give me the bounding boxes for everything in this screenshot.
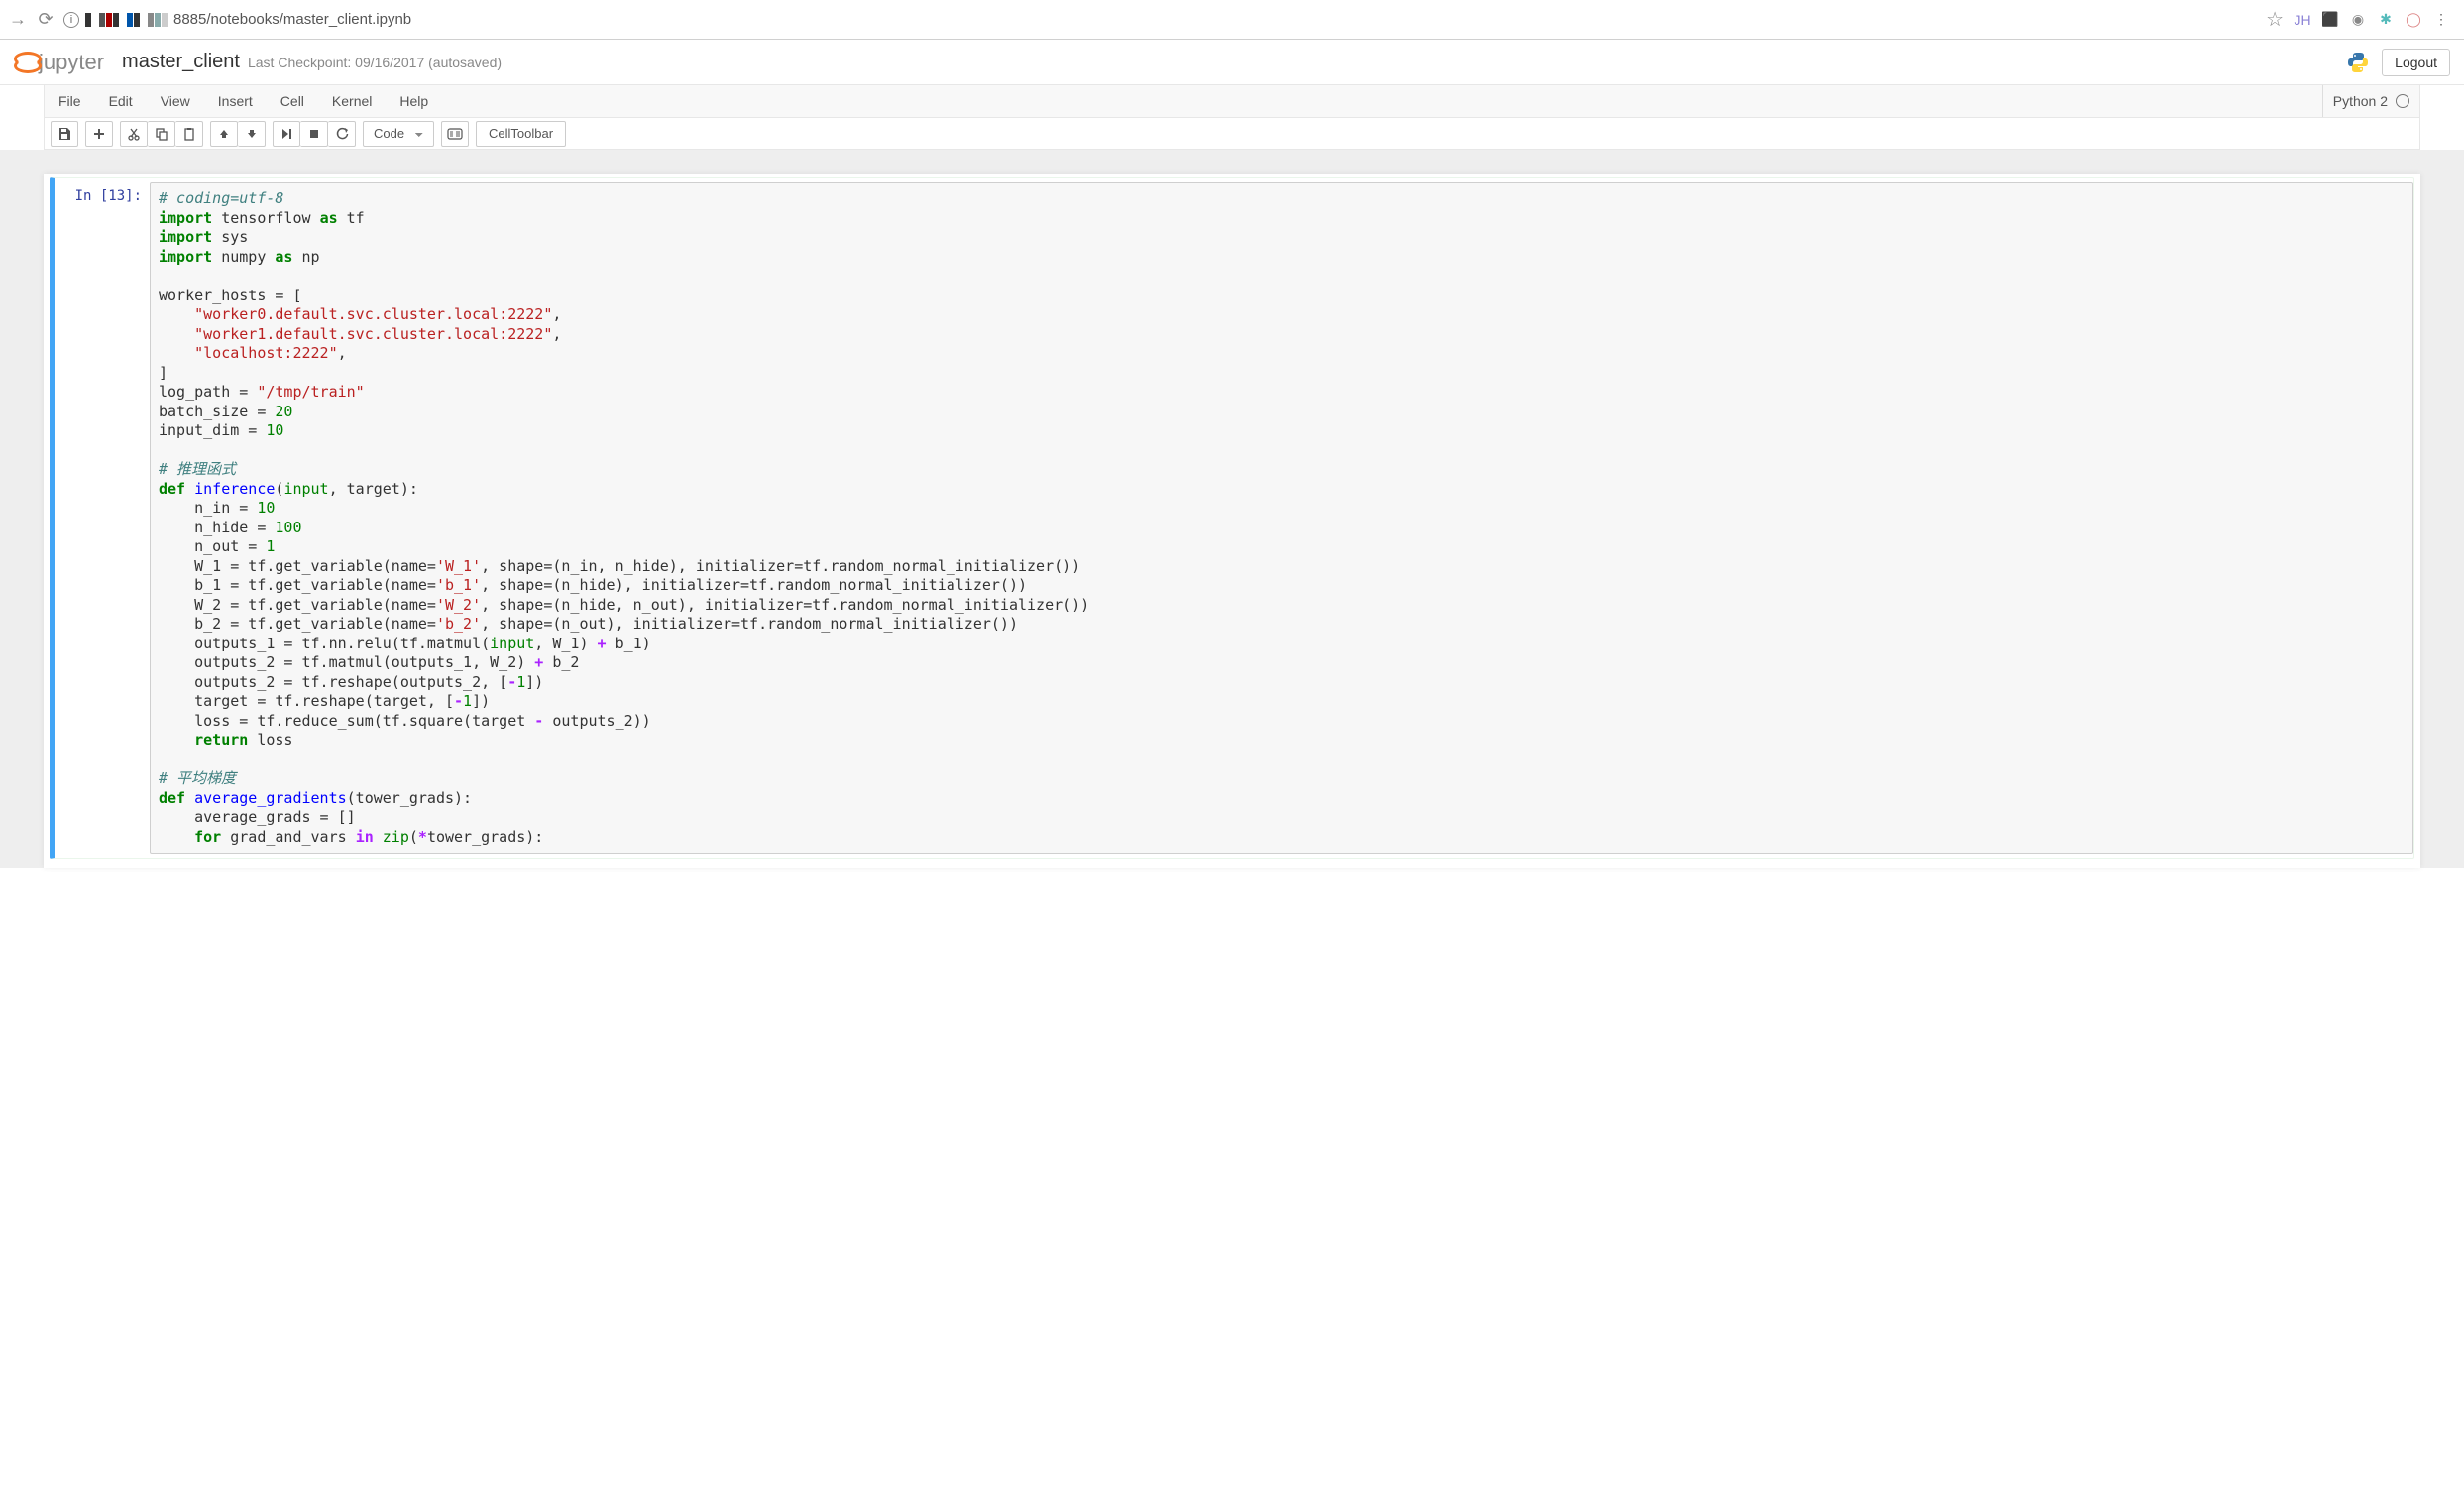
save-button[interactable] <box>51 121 78 147</box>
code-line: "localhost:2222", <box>159 344 2405 364</box>
browser-right-icons: ☆ JH ⬛ ◉ ✱ ◯ ⋮ <box>2266 7 2456 32</box>
logout-button[interactable]: Logout <box>2382 49 2450 76</box>
code-line: outputs_2 = tf.matmul(outputs_1, W_2) + … <box>159 653 2405 673</box>
code-line: W_1 = tf.get_variable(name='W_1', shape=… <box>159 557 2405 577</box>
menu-bar: FileEditViewInsertCellKernelHelp Python … <box>44 85 2420 118</box>
code-line <box>159 267 2405 287</box>
cell-toolbar-button[interactable]: CellToolbar <box>476 121 566 147</box>
copy-cell-button[interactable] <box>148 121 175 147</box>
reload-icon[interactable]: ⟳ <box>36 9 56 30</box>
kernel-name: Python 2 <box>2333 93 2388 109</box>
menu-cell[interactable]: Cell <box>267 85 318 117</box>
run-cell-button[interactable] <box>273 121 300 147</box>
interrupt-kernel-button[interactable] <box>300 121 328 147</box>
jupyter-header: jupyter master_client Last Checkpoint: 0… <box>0 40 2464 85</box>
url-path: 8885/notebooks/master_client.ipynb <box>173 11 411 28</box>
menu-help[interactable]: Help <box>386 85 442 117</box>
code-line: W_2 = tf.get_variable(name='W_2', shape=… <box>159 596 2405 616</box>
jupyter-logo[interactable]: jupyter <box>14 50 104 75</box>
jupyter-logo-icon <box>14 52 36 73</box>
menu-view[interactable]: View <box>147 85 204 117</box>
code-cell[interactable]: In [13]: # coding=utf-8import tensorflow… <box>50 177 2414 859</box>
code-line: # 推理函式 <box>159 460 2405 480</box>
code-line: "worker0.default.svc.cluster.local:2222"… <box>159 305 2405 325</box>
menu-insert[interactable]: Insert <box>204 85 267 117</box>
toolbar: Code CellToolbar <box>44 118 2420 150</box>
python-logo-icon <box>2346 51 2370 74</box>
menu-edit[interactable]: Edit <box>95 85 147 117</box>
code-line: import tensorflow as tf <box>159 209 2405 229</box>
site-info-icon[interactable]: i <box>63 12 79 28</box>
code-line: "worker1.default.svc.cluster.local:2222"… <box>159 325 2405 345</box>
checkpoint-text: Last Checkpoint: 09/16/2017 (autosaved) <box>248 55 502 70</box>
cell-type-select[interactable]: Code <box>363 121 434 147</box>
code-line: worker_hosts = [ <box>159 287 2405 306</box>
menu-kernel[interactable]: Kernel <box>318 85 386 117</box>
code-line: import numpy as np <box>159 248 2405 268</box>
browser-toolbar: → ⟳ i 8885/notebooks/master_client.ipynb… <box>0 0 2464 40</box>
kernel-indicator[interactable]: Python 2 <box>2322 85 2419 117</box>
move-cell-down-button[interactable] <box>238 121 266 147</box>
paste-cell-button[interactable] <box>175 121 203 147</box>
restart-kernel-button[interactable] <box>328 121 356 147</box>
code-line: # 平均梯度 <box>159 769 2405 789</box>
code-line: loss = tf.reduce_sum(tf.square(target - … <box>159 712 2405 732</box>
notebook-container: In [13]: # coding=utf-8import tensorflow… <box>44 174 2420 868</box>
code-line: average_grads = [] <box>159 808 2405 828</box>
jupyter-logo-text: jupyter <box>39 50 104 75</box>
code-line: n_hide = 100 <box>159 519 2405 538</box>
code-line <box>159 751 2405 770</box>
cut-cell-button[interactable] <box>120 121 148 147</box>
code-line: # coding=utf-8 <box>159 189 2405 209</box>
code-line: b_2 = tf.get_variable(name='b_2', shape=… <box>159 615 2405 635</box>
ext-red-icon[interactable]: ⬛ <box>2321 11 2339 29</box>
code-line: return loss <box>159 731 2405 751</box>
code-line: def average_gradients(tower_grads): <box>159 789 2405 809</box>
code-line: def inference(input, target): <box>159 480 2405 500</box>
bookmark-star-icon[interactable]: ☆ <box>2266 7 2284 32</box>
code-line: n_in = 10 <box>159 499 2405 519</box>
code-line: import sys <box>159 228 2405 248</box>
move-cell-up-button[interactable] <box>210 121 238 147</box>
url-host-blurred <box>85 13 168 27</box>
code-line: outputs_2 = tf.reshape(outputs_2, [-1]) <box>159 673 2405 693</box>
code-line: batch_size = 20 <box>159 403 2405 422</box>
ext-dots-icon[interactable]: ⋮ <box>2432 11 2450 29</box>
code-line: n_out = 1 <box>159 537 2405 557</box>
ext-elephant-icon[interactable]: ◉ <box>2349 11 2367 29</box>
ext-asterisk-icon[interactable]: ✱ <box>2377 11 2395 29</box>
code-line: outputs_1 = tf.nn.relu(tf.matmul(input, … <box>159 635 2405 654</box>
ext-circle-icon[interactable]: ◯ <box>2405 11 2422 29</box>
code-line: log_path = "/tmp/train" <box>159 383 2405 403</box>
notebook-name[interactable]: master_client <box>122 51 240 73</box>
code-input-area[interactable]: # coding=utf-8import tensorflow as tfimp… <box>150 182 2413 854</box>
code-line: ] <box>159 364 2405 384</box>
notebook-page: In [13]: # coding=utf-8import tensorflow… <box>0 150 2464 868</box>
forward-icon[interactable]: → <box>8 9 28 30</box>
url-bar[interactable]: i 8885/notebooks/master_client.ipynb <box>63 11 2258 28</box>
code-line: for grad_and_vars in zip(*tower_grads): <box>159 828 2405 848</box>
ext-jh-icon[interactable]: JH <box>2294 11 2311 29</box>
insert-cell-below-button[interactable] <box>85 121 113 147</box>
code-line: b_1 = tf.get_variable(name='b_1', shape=… <box>159 576 2405 596</box>
code-line: target = tf.reshape(target, [-1]) <box>159 692 2405 712</box>
command-palette-button[interactable] <box>441 121 469 147</box>
input-prompt: In [13]: <box>55 182 150 854</box>
code-line <box>159 441 2405 461</box>
code-line: input_dim = 10 <box>159 421 2405 441</box>
kernel-idle-icon <box>2396 94 2409 108</box>
menu-file[interactable]: File <box>45 85 95 117</box>
